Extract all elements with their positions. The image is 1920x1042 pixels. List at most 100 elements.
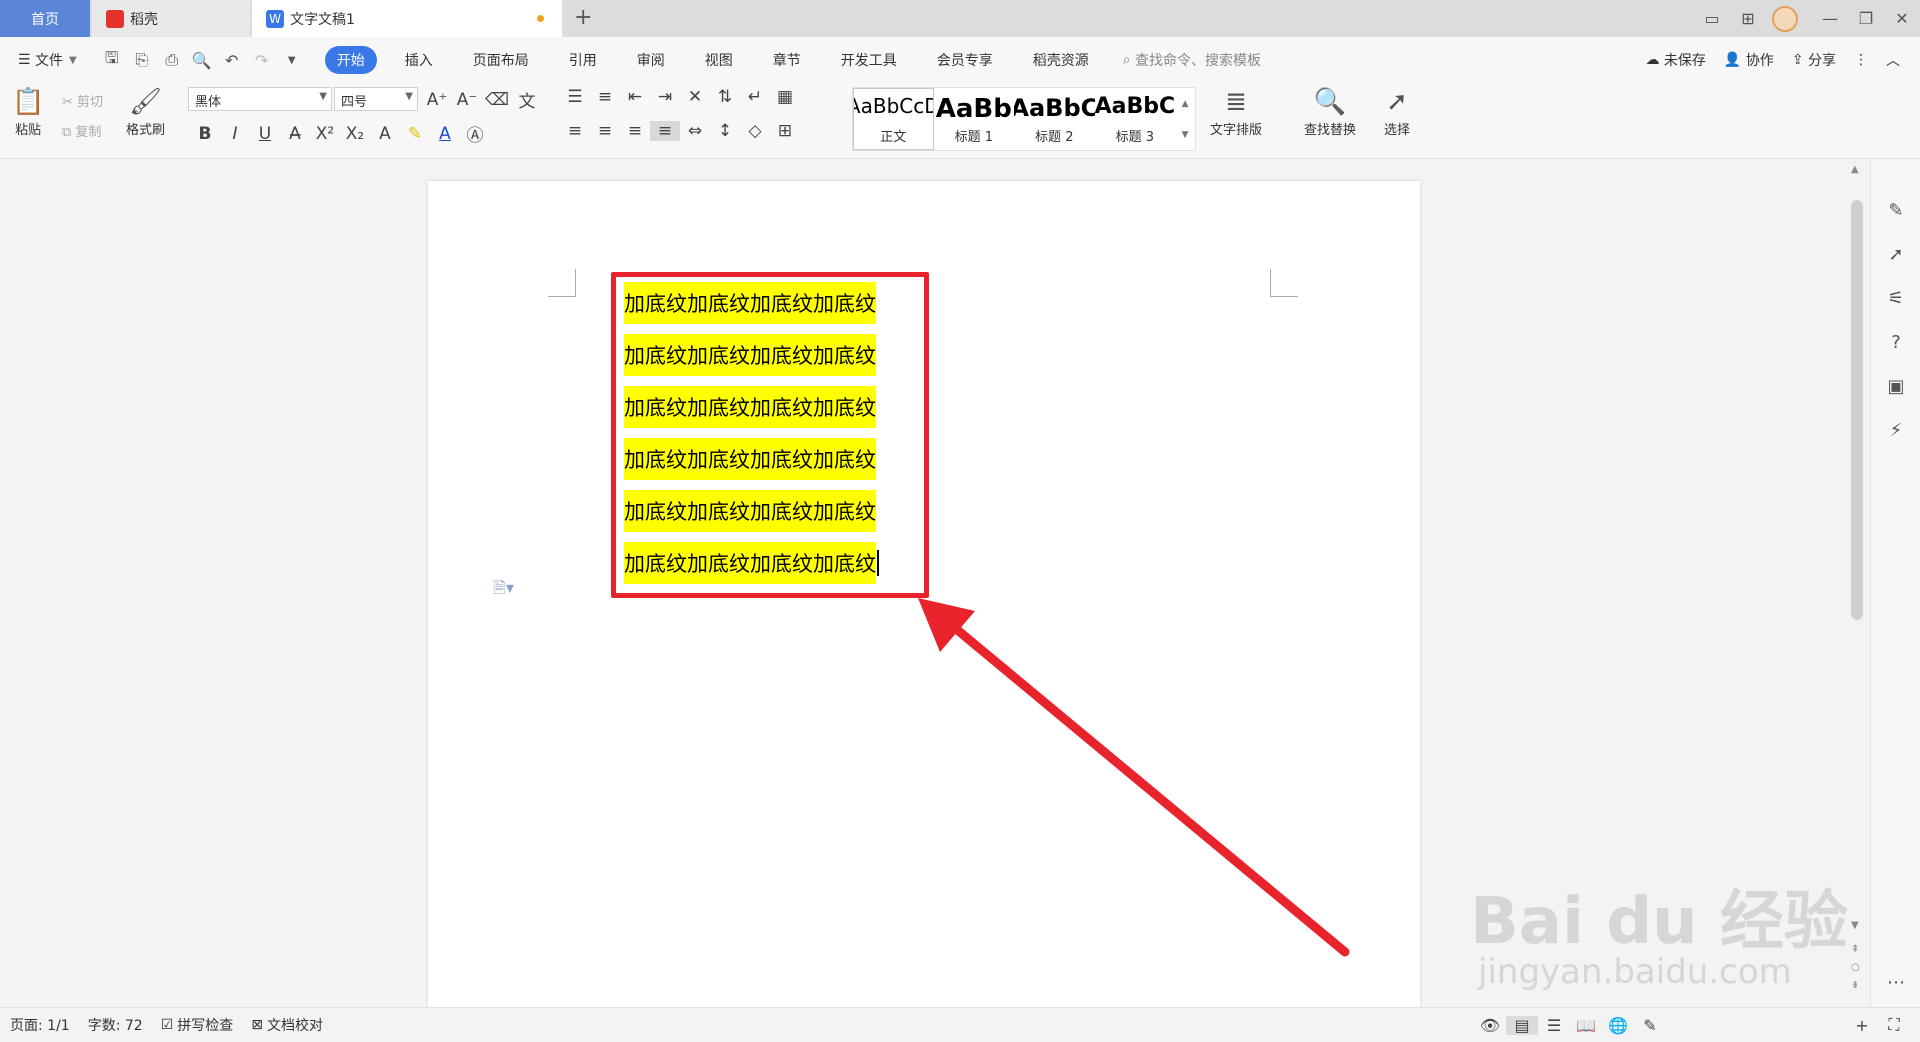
tab-member[interactable]: 会员专享 [917,50,1013,70]
sort-icon[interactable]: ⇅ [710,87,740,107]
increase-indent-icon[interactable]: ⇥ [650,87,680,107]
zoom-in-icon[interactable]: + [1846,1016,1878,1035]
font-size-select[interactable]: 四号 ▼ [334,87,418,111]
strikethrough-icon[interactable]: A̶ [280,124,310,144]
paragraph-layout-icon[interactable]: 🗎▾ [493,577,514,604]
next-page-icon[interactable]: ⇟ [1851,980,1859,991]
new-tab-button[interactable]: + [574,5,592,30]
undo-icon[interactable]: ↶ [217,51,247,70]
select-pointer-icon[interactable]: ➚ [1871,244,1920,265]
avatar[interactable] [1772,5,1798,32]
style-heading-2[interactable]: AaBbC 标题 2 [1014,88,1095,150]
bullet-list-icon[interactable]: ☰ [560,87,590,107]
scroll-thumb[interactable] [1851,200,1863,620]
italic-icon[interactable]: I [220,124,250,144]
spellcheck-button[interactable]: 拼写检查 [177,1015,233,1035]
customize-icon[interactable]: ▼ [277,55,307,66]
outline-view-icon[interactable]: ☰ [1538,1016,1570,1035]
proofread-button[interactable]: 文档校对 [267,1015,323,1035]
subscript-icon[interactable]: X₂ [340,124,370,144]
browse-object-icon[interactable]: ○ [1851,962,1860,973]
styles-scroll[interactable]: ▲ ▼ [1175,88,1195,150]
print-icon[interactable]: ⎙ [157,50,187,70]
align-left-icon[interactable]: ≡ [560,121,590,141]
style-heading-1[interactable]: AaBb 标题 1 [934,88,1015,150]
align-right-icon[interactable]: ≡ [620,121,650,141]
command-search[interactable]: ⌕ 查找命令、搜索模板 [1123,50,1261,70]
word-count[interactable]: 字数: 72 [88,1015,143,1035]
vertical-scrollbar[interactable]: ▲ ▼ ⇞ ○ ⇟ [1846,160,1870,1007]
tab-document[interactable]: W 文字文稿1 [252,0,562,37]
text-effect-icon[interactable]: A [370,124,400,144]
redo-icon[interactable]: ↷ [247,51,277,70]
page-view-icon[interactable]: ▤ [1506,1015,1538,1035]
show-marks-icon[interactable]: ↵ [740,87,770,107]
clear-format-icon[interactable]: ⌫ [482,90,512,110]
table-lines-icon[interactable]: ▦ [770,87,800,107]
justify-icon[interactable]: ≡ [650,121,680,141]
tab-daoke[interactable]: 稻壳 [92,0,250,37]
style-normal[interactable]: AaBbCcD 正文 [853,88,934,150]
tab-page-layout[interactable]: 页面布局 [453,50,549,70]
char-border-icon[interactable]: Ⓐ [460,121,490,146]
scroll-down-icon[interactable]: ▼ [1851,920,1859,931]
superscript-icon[interactable]: X² [310,124,340,144]
unsaved-button[interactable]: ☁ 未保存 [1645,50,1705,70]
format-painter-button[interactable]: 🖌 格式刷 [126,87,165,138]
tab-start[interactable]: 开始 [324,46,377,74]
prev-page-icon[interactable]: ⇞ [1851,944,1859,955]
select-button[interactable]: ➚ 选择 [1384,87,1410,138]
save-icon[interactable]: 🖫 [97,47,127,74]
highlight-icon[interactable]: ✎ [400,124,430,144]
file-menu[interactable]: ☰ 文件 ▼ [18,50,77,70]
find-replace-button[interactable]: 🔍 查找替换 [1304,87,1356,138]
share-button[interactable]: ⇪ 分享 [1792,50,1836,70]
underline-icon[interactable]: U [250,124,280,144]
tab-references[interactable]: 引用 [549,50,617,70]
shrink-font-icon[interactable]: A⁻ [452,90,482,110]
line-spacing-icon[interactable]: ↕ [710,121,740,141]
close-icon[interactable]: ✕ [1884,9,1920,28]
web-view-icon[interactable]: 🌐 [1602,1016,1634,1035]
collab-button[interactable]: 👤 协作 [1724,50,1774,70]
tab-insert[interactable]: 插入 [385,50,453,70]
paste-button[interactable]: 📋 粘贴 [12,87,44,138]
text-layout-button[interactable]: ≣ 文字排版 [1210,87,1262,138]
minimize-icon[interactable]: — [1812,9,1848,28]
decrease-indent-icon[interactable]: ⇤ [620,87,650,107]
apps-grid-icon[interactable]: ⊞ [1730,9,1766,28]
font-family-select[interactable]: 黑体 ▼ [188,87,332,111]
tab-daoke-resources[interactable]: 稻壳资源 [1013,50,1109,70]
fullscreen-icon[interactable]: ⛶ [1878,1015,1910,1035]
tab-developer[interactable]: 开发工具 [821,50,917,70]
more-icon[interactable]: ⋮ [1854,52,1868,68]
collapse-ribbon-icon[interactable]: ︿ [1886,50,1900,70]
edit-pen-icon[interactable]: ✎ [1871,200,1920,221]
more-dots-icon[interactable]: ⋯ [1871,972,1920,993]
phonetic-icon[interactable]: 文 [512,87,542,112]
eye-protect-icon[interactable]: 👁 [1474,1016,1506,1035]
tab-view[interactable]: 视图 [685,50,753,70]
help-icon[interactable]: ? [1871,332,1920,353]
tab-review[interactable]: 审阅 [617,50,685,70]
copy-button[interactable]: ⧉ 复制 [62,121,101,140]
writing-mode-icon[interactable]: ✎ [1634,1016,1666,1035]
chinese-layout-icon[interactable]: ✕ [680,87,710,107]
export-pdf-icon[interactable]: ⎘ [127,50,157,70]
document-page[interactable]: 🗎▾ 加底纹加底纹加底纹加底纹 加底纹加底纹加底纹加底纹 加底纹加底纹加底纹加底… [428,181,1420,1007]
tab-section[interactable]: 章节 [753,50,821,70]
font-color-icon[interactable]: A [430,124,460,144]
lightning-icon[interactable]: ⚡ [1871,420,1920,441]
print-preview-icon[interactable]: 🔍 [187,51,217,70]
tab-home[interactable]: 首页 [0,0,90,37]
cut-button[interactable]: ✂ 剪切 [62,91,103,110]
shading-icon[interactable]: ◇ [740,121,770,141]
adjust-icon[interactable]: ⚟ [1871,288,1920,309]
reading-mode-icon[interactable]: ▭ [1694,9,1730,28]
distribute-icon[interactable]: ⇔ [680,121,710,141]
image-icon[interactable]: ▣ [1871,376,1920,397]
borders-icon[interactable]: ⊞ [770,121,800,141]
bold-icon[interactable]: B [190,124,220,144]
scroll-up-icon[interactable]: ▲ [1851,164,1859,175]
numbered-list-icon[interactable]: ≡ [590,87,620,107]
